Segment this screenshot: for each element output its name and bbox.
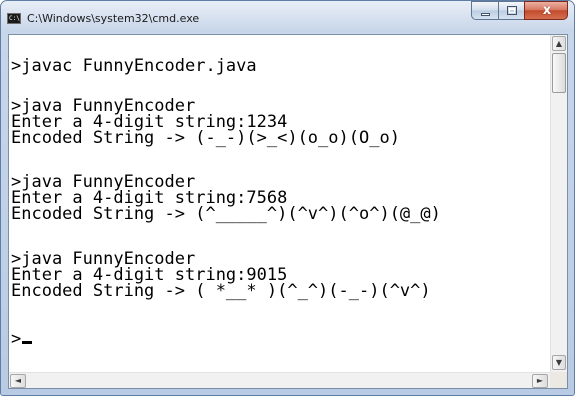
console-line: >javac FunnyEncoder.java — [11, 56, 257, 76]
maximize-icon — [507, 6, 517, 15]
console-line: Encoded String -> ( *__* )(^_^)(-_-)(^v^… — [11, 281, 431, 301]
arrow-down-icon: ▼ — [555, 358, 563, 367]
scroll-right-button[interactable]: ► — [532, 374, 548, 388]
prompt-text: > — [11, 329, 22, 349]
minimize-button[interactable] — [471, 1, 498, 20]
vertical-scroll-thumb[interactable] — [552, 53, 566, 93]
arrow-up-icon: ▲ — [555, 39, 563, 48]
title-bar[interactable]: C:\ C:\Windows\system32\cmd.exe x — [1, 1, 574, 35]
horizontal-scrollbar[interactable]: ◄ ► — [9, 372, 550, 388]
scroll-up-button[interactable]: ▲ — [552, 36, 566, 51]
scroll-left-button[interactable]: ◄ — [10, 374, 26, 388]
scrollbar-corner — [550, 372, 567, 388]
close-icon: x — [542, 3, 552, 18]
console-area[interactable]: >javac FunnyEncoder.java >java FunnyEnco… — [8, 34, 568, 389]
close-button[interactable]: x — [524, 1, 568, 20]
window-title: C:\Windows\system32\cmd.exe — [27, 12, 200, 25]
caption-buttons: x — [471, 1, 568, 22]
text-cursor — [22, 341, 33, 344]
minimize-icon — [481, 13, 490, 16]
maximize-button[interactable] — [498, 1, 524, 20]
console-line: Encoded String -> (-_-)(>_<)(o_o)(O_o) — [11, 128, 400, 148]
console-output[interactable]: >javac FunnyEncoder.java >java FunnyEnco… — [9, 35, 550, 372]
cmd-window: C:\ C:\Windows\system32\cmd.exe x >javac… — [0, 0, 575, 396]
arrow-right-icon: ► — [536, 376, 544, 385]
console-line: Encoded String -> (^_____^)(^v^)(^o^)(@_… — [11, 204, 441, 224]
arrow-left-icon: ◄ — [14, 376, 22, 385]
vertical-scrollbar[interactable]: ▲ ▼ — [550, 35, 567, 372]
cmd-app-icon[interactable]: C:\ — [7, 13, 21, 24]
scroll-down-button[interactable]: ▼ — [552, 355, 566, 370]
prompt-line: > — [11, 329, 33, 349]
